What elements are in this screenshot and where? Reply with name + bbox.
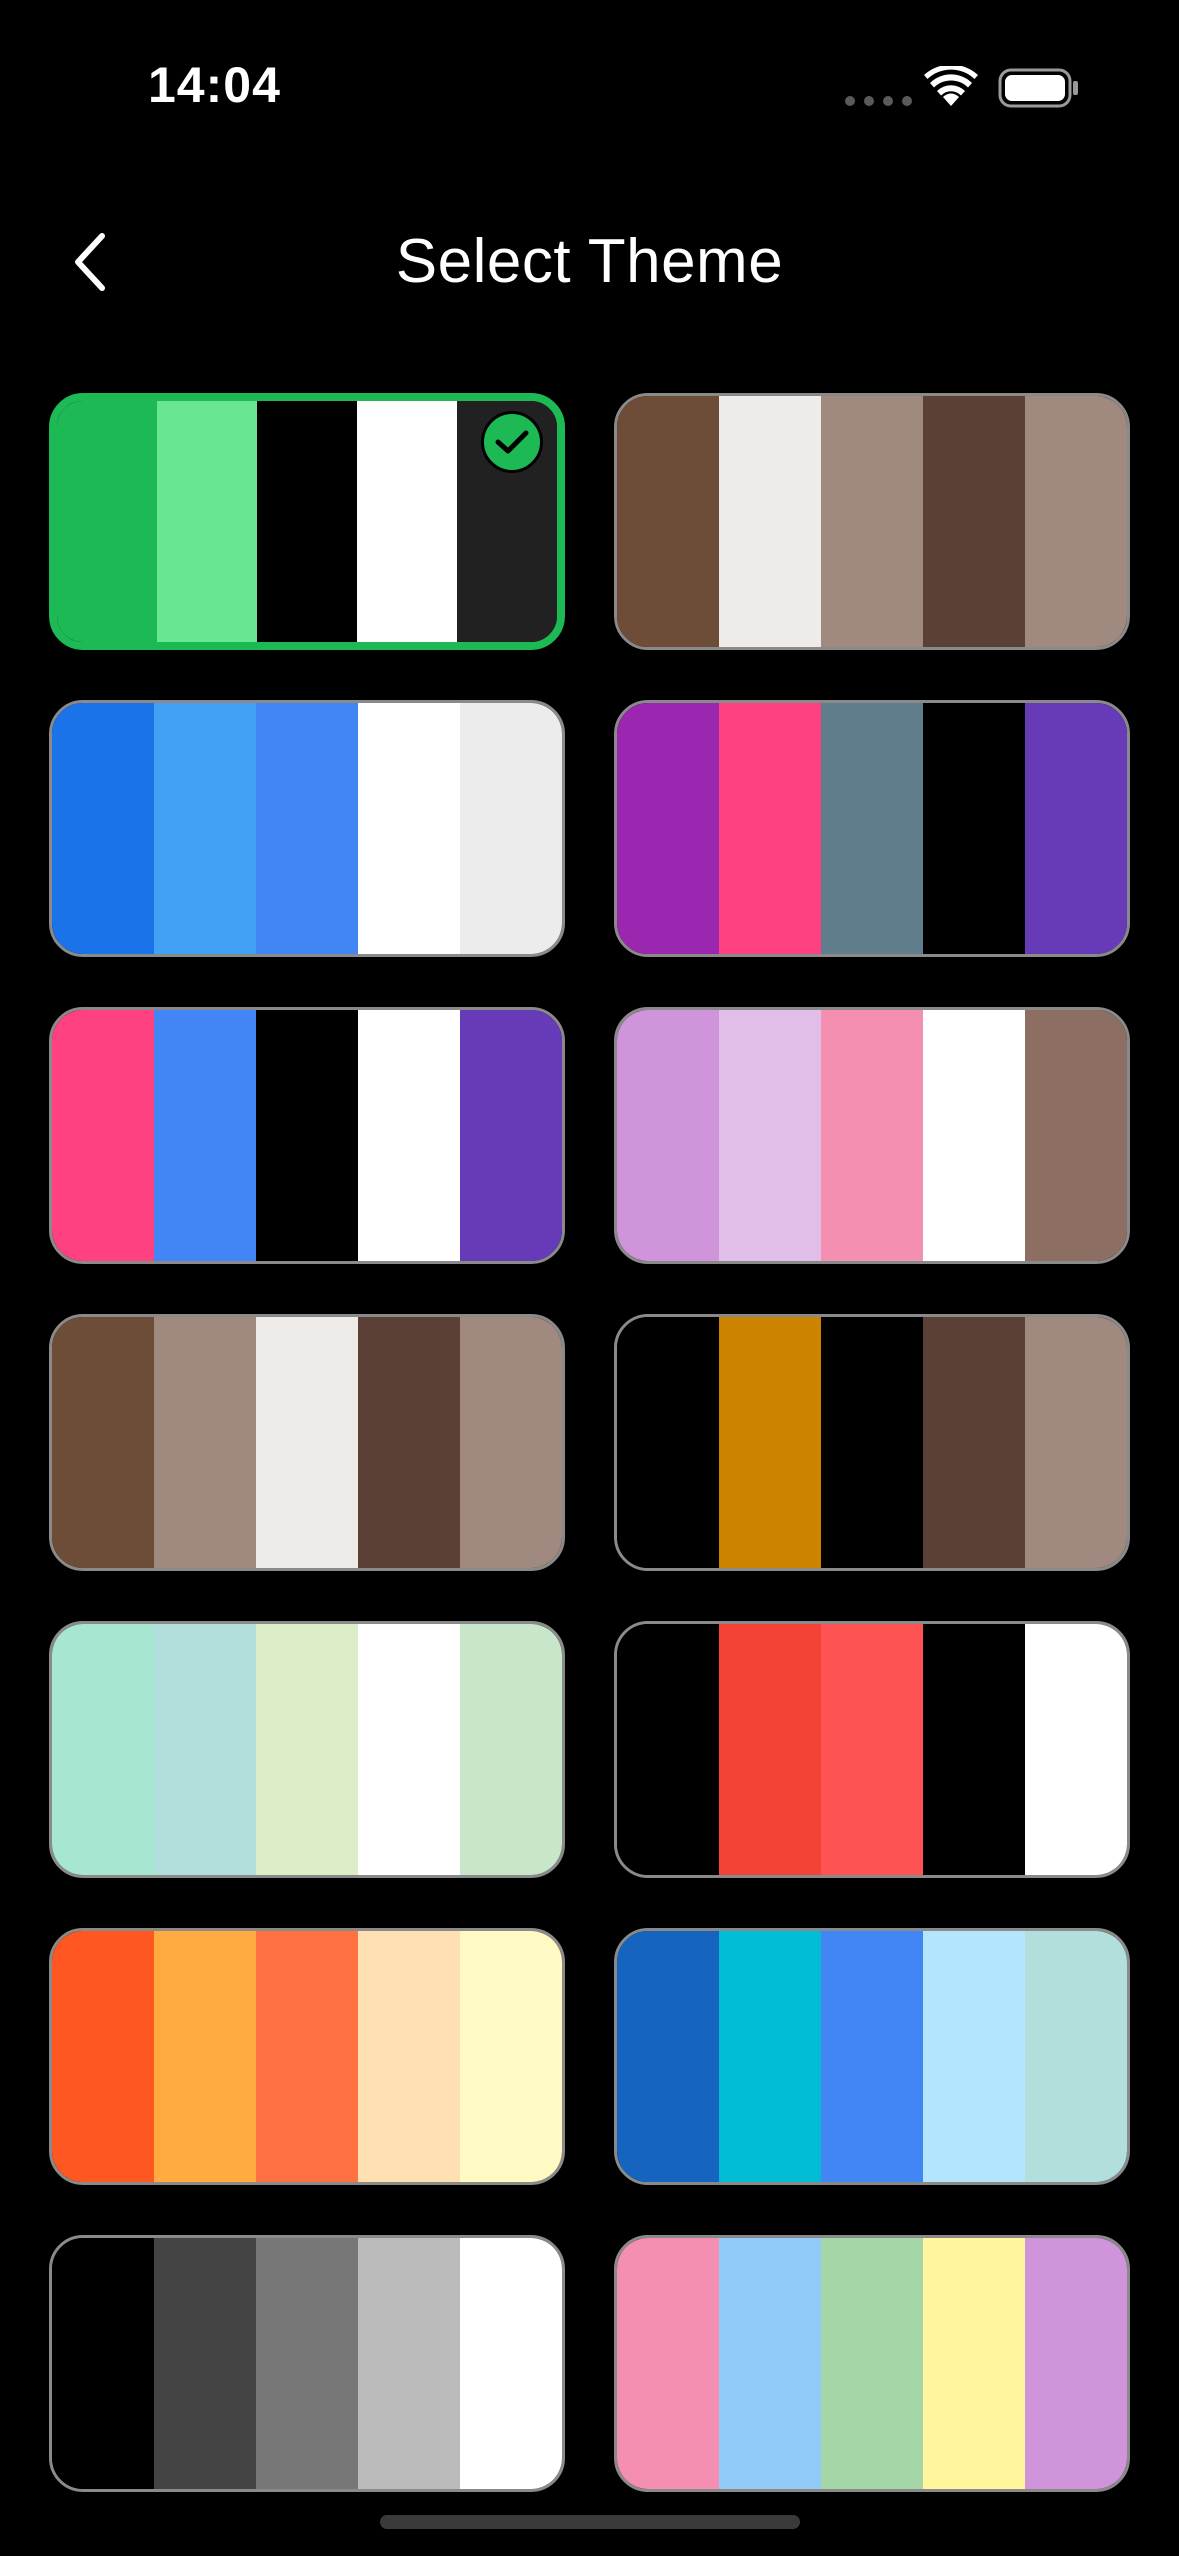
color-swatch bbox=[154, 1317, 256, 1568]
theme-option[interactable] bbox=[614, 2235, 1130, 2492]
wifi-icon bbox=[924, 66, 978, 106]
color-swatch bbox=[617, 2238, 719, 2489]
color-swatch bbox=[719, 1010, 821, 1261]
color-swatch bbox=[923, 2238, 1025, 2489]
color-swatch bbox=[460, 1010, 562, 1261]
color-swatch bbox=[923, 703, 1025, 954]
cellular-signal-icon bbox=[845, 96, 912, 106]
theme-option[interactable] bbox=[614, 1928, 1130, 2185]
color-swatch bbox=[52, 1624, 154, 1875]
theme-option[interactable] bbox=[614, 1621, 1130, 1878]
color-swatch bbox=[154, 1624, 256, 1875]
home-indicator[interactable] bbox=[380, 2515, 800, 2529]
theme-option[interactable] bbox=[614, 1007, 1130, 1264]
color-swatch bbox=[358, 1317, 460, 1568]
color-swatch bbox=[821, 2238, 923, 2489]
color-swatch bbox=[1025, 703, 1127, 954]
color-swatch bbox=[617, 1624, 719, 1875]
color-swatch bbox=[1025, 1317, 1127, 1568]
color-swatch bbox=[1025, 1010, 1127, 1261]
color-swatch bbox=[821, 1624, 923, 1875]
color-swatch bbox=[256, 1010, 358, 1261]
color-swatch bbox=[256, 2238, 358, 2489]
color-swatch bbox=[460, 703, 562, 954]
color-swatch bbox=[1025, 396, 1127, 647]
color-swatch bbox=[923, 396, 1025, 647]
color-swatch bbox=[357, 401, 457, 642]
color-swatch bbox=[617, 1010, 719, 1261]
color-swatch bbox=[358, 1931, 460, 2182]
color-swatch bbox=[256, 1317, 358, 1568]
theme-option[interactable] bbox=[49, 1621, 565, 1878]
theme-grid bbox=[49, 393, 1130, 2492]
color-swatch bbox=[923, 1010, 1025, 1261]
theme-option[interactable] bbox=[49, 700, 565, 957]
color-swatch bbox=[719, 1624, 821, 1875]
color-swatch bbox=[358, 2238, 460, 2489]
theme-option[interactable] bbox=[49, 1314, 565, 1571]
page-title: Select Theme bbox=[395, 227, 784, 296]
color-swatch bbox=[821, 1010, 923, 1261]
color-swatch bbox=[460, 1931, 562, 2182]
theme-option[interactable] bbox=[614, 700, 1130, 957]
color-swatch bbox=[460, 1317, 562, 1568]
theme-option[interactable] bbox=[49, 393, 565, 650]
nav-header: Select Theme bbox=[0, 200, 1179, 330]
color-swatch bbox=[617, 396, 719, 647]
color-swatch bbox=[358, 703, 460, 954]
color-swatch bbox=[1025, 1931, 1127, 2182]
color-swatch bbox=[719, 396, 821, 647]
color-swatch bbox=[52, 1931, 154, 2182]
theme-option[interactable] bbox=[614, 393, 1130, 650]
status-bar: 14:04 bbox=[0, 0, 1179, 180]
color-swatch bbox=[923, 1931, 1025, 2182]
color-swatch bbox=[52, 703, 154, 954]
color-swatch bbox=[358, 1624, 460, 1875]
color-swatch bbox=[821, 703, 923, 954]
color-swatch bbox=[57, 401, 157, 642]
color-swatch bbox=[154, 703, 256, 954]
color-swatch bbox=[719, 1931, 821, 2182]
color-swatch bbox=[52, 1010, 154, 1261]
theme-option[interactable] bbox=[49, 1928, 565, 2185]
checkmark-icon bbox=[481, 411, 543, 473]
color-swatch bbox=[821, 1931, 923, 2182]
color-swatch bbox=[157, 401, 257, 642]
color-swatch bbox=[52, 2238, 154, 2489]
theme-option[interactable] bbox=[49, 1007, 565, 1264]
color-swatch bbox=[256, 1931, 358, 2182]
color-swatch bbox=[923, 1624, 1025, 1875]
color-swatch bbox=[154, 2238, 256, 2489]
color-swatch bbox=[154, 1010, 256, 1261]
color-swatch bbox=[617, 1931, 719, 2182]
color-swatch bbox=[821, 396, 923, 647]
color-swatch bbox=[358, 1010, 460, 1261]
theme-option[interactable] bbox=[49, 2235, 565, 2492]
color-swatch bbox=[719, 703, 821, 954]
color-swatch bbox=[52, 1317, 154, 1568]
color-swatch bbox=[719, 1317, 821, 1568]
color-swatch bbox=[617, 1317, 719, 1568]
color-swatch bbox=[923, 1317, 1025, 1568]
color-swatch bbox=[256, 1624, 358, 1875]
color-swatch bbox=[1025, 2238, 1127, 2489]
color-swatch bbox=[460, 2238, 562, 2489]
theme-option[interactable] bbox=[614, 1314, 1130, 1571]
status-time: 14:04 bbox=[148, 57, 281, 113]
battery-icon bbox=[998, 68, 1078, 108]
color-swatch bbox=[154, 1931, 256, 2182]
color-swatch bbox=[1025, 1624, 1127, 1875]
color-swatch bbox=[257, 401, 357, 642]
color-swatch bbox=[617, 703, 719, 954]
color-swatch bbox=[460, 1624, 562, 1875]
color-swatch bbox=[256, 703, 358, 954]
color-swatch bbox=[821, 1317, 923, 1568]
color-swatch bbox=[719, 2238, 821, 2489]
